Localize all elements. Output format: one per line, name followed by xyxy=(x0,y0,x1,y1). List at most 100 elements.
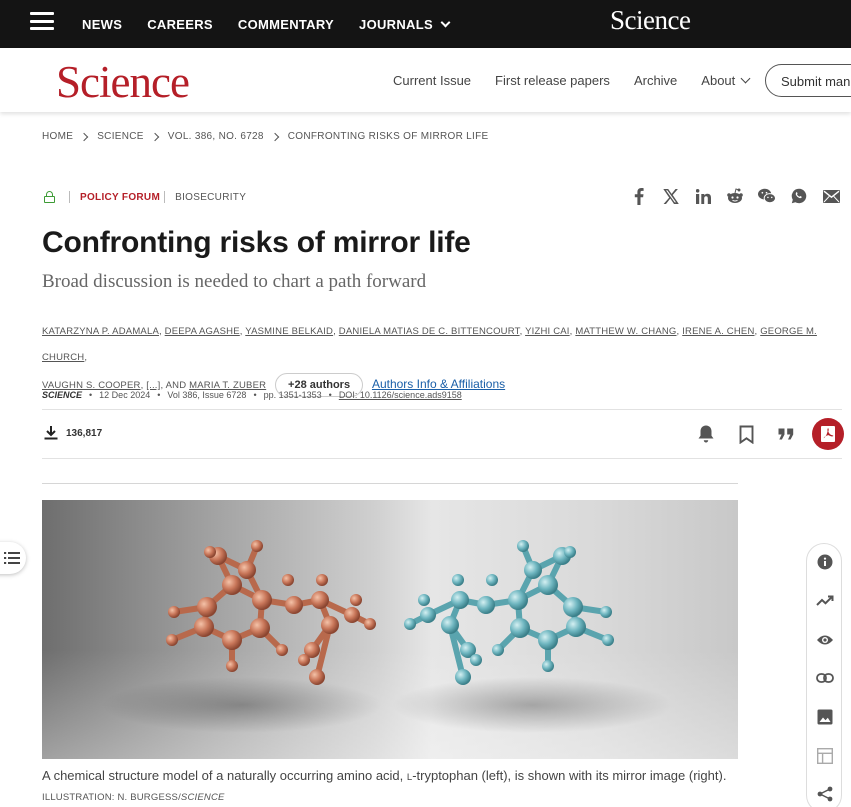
reddit-icon[interactable] xyxy=(726,187,744,205)
author-list: KATARZYNA P. ADAMALA, DEEPA AGASHE, YASM… xyxy=(42,319,832,399)
doi-link[interactable]: DOI: 10.1126/science.ads9158 xyxy=(339,390,462,400)
bookmark-icon[interactable] xyxy=(735,423,757,445)
author-link[interactable]: DANIELA MATIAS DE C. BITTENCOURT xyxy=(339,326,520,337)
topic-tag[interactable]: BIOSECURITY xyxy=(175,192,246,203)
breadcrumb: HOME SCIENCE VOL. 386, NO. 6728 CONFRONT… xyxy=(42,131,489,142)
wechat-icon[interactable] xyxy=(758,187,776,205)
journal-header: Science Current Issue First release pape… xyxy=(0,48,851,112)
figure-credit: ILLUSTRATION: N. BURGESS/SCIENCE xyxy=(42,792,225,803)
share-icon[interactable] xyxy=(815,784,835,804)
whatsapp-icon[interactable] xyxy=(790,187,808,205)
comma: , xyxy=(519,326,523,337)
nav-archive[interactable]: Archive xyxy=(634,73,677,88)
linkedin-icon[interactable] xyxy=(694,187,712,205)
download-icon xyxy=(44,426,58,440)
bell-icon[interactable] xyxy=(695,423,717,445)
link-icon[interactable] xyxy=(815,668,835,688)
breadcrumb-science[interactable]: SCIENCE xyxy=(97,131,144,142)
divider xyxy=(42,483,738,484)
nav-first-release[interactable]: First release papers xyxy=(495,73,610,88)
breadcrumb-volume[interactable]: VOL. 386, NO. 6728 xyxy=(168,131,264,142)
comma: , xyxy=(158,326,162,337)
top-nav-careers[interactable]: CAREERS xyxy=(147,17,213,32)
comma: , xyxy=(754,326,758,337)
chevron-down-icon xyxy=(740,73,751,83)
top-nav: NEWS CAREERS COMMENTARY JOURNALS xyxy=(82,0,474,48)
volume-issue[interactable]: Vol 386, Issue 6728 xyxy=(167,390,246,400)
quote-icon[interactable] xyxy=(775,423,797,445)
top-nav-news[interactable]: NEWS xyxy=(82,17,122,32)
author-link[interactable]: YASMINE BELKAID xyxy=(245,326,333,337)
comma: , xyxy=(569,326,573,337)
author-link[interactable]: IRENE A. CHEN xyxy=(682,326,754,337)
chevron-down-icon xyxy=(440,17,451,27)
comma: , xyxy=(333,326,336,337)
top-nav-journals-label: JOURNALS xyxy=(359,16,433,32)
chevron-right-icon xyxy=(79,132,89,141)
figure-caption: A chemical structure model of a naturall… xyxy=(42,767,742,807)
author-link[interactable]: MATTHEW W. CHANG xyxy=(575,326,676,337)
divider xyxy=(42,409,842,410)
table-icon[interactable] xyxy=(815,746,835,766)
divider xyxy=(42,458,842,459)
journal-logo[interactable]: Science xyxy=(56,56,190,108)
download-count: 136,817 xyxy=(44,426,102,440)
info-icon[interactable] xyxy=(815,552,835,572)
separator-dot: • xyxy=(157,390,161,400)
article-figure-image[interactable] xyxy=(42,500,738,759)
separator-dot: • xyxy=(253,390,257,400)
chevron-right-icon xyxy=(270,132,280,141)
authors-affiliations-link[interactable]: Authors Info & Affiliations xyxy=(372,377,505,391)
download-count-value: 136,817 xyxy=(66,427,103,439)
divider xyxy=(164,191,166,203)
divider xyxy=(69,191,70,203)
caption-text-start: A chemical structure model of a naturall… xyxy=(42,768,407,783)
author-link[interactable]: KATARZYNA P. ADAMALA xyxy=(42,326,159,337)
credit-source: SCIENCE xyxy=(180,792,225,803)
open-access-lock-icon xyxy=(44,191,55,203)
image-icon[interactable] xyxy=(815,707,835,727)
top-logo[interactable]: Science xyxy=(610,5,691,36)
nav-about[interactable]: About xyxy=(701,72,751,88)
hamburger-menu-icon[interactable] xyxy=(30,12,54,30)
article-title: Confronting risks of mirror life xyxy=(42,226,471,259)
facebook-icon[interactable] xyxy=(630,187,648,205)
author-link[interactable]: DEEPA AGASHE xyxy=(165,326,240,337)
author-link[interactable]: YIZHI CAI xyxy=(525,326,570,337)
chevron-right-icon xyxy=(150,132,160,141)
page-range: pp. 1351-1353 xyxy=(263,390,322,400)
trending-icon[interactable] xyxy=(815,591,835,611)
article-actions xyxy=(695,418,844,450)
list-icon xyxy=(4,552,20,564)
caption-text-end: -tryptophan (left), is shown with its mi… xyxy=(412,768,727,783)
mirror-molecule-illustration xyxy=(102,540,672,733)
publish-date: 12 Dec 2024 xyxy=(99,390,151,400)
share-bar xyxy=(630,187,851,205)
submit-manuscript-button[interactable]: Submit manuscript xyxy=(765,64,851,97)
top-bar: NEWS CAREERS COMMENTARY JOURNALS Science xyxy=(0,0,851,48)
journal-nav: Current Issue First release papers Archi… xyxy=(393,48,773,112)
comma: , xyxy=(239,326,243,337)
article-subtitle: Broad discussion is needed to chart a pa… xyxy=(42,271,427,292)
nav-current-issue[interactable]: Current Issue xyxy=(393,73,471,88)
article-meta: SCIENCE • 12 Dec 2024 • Vol 386, Issue 6… xyxy=(42,390,462,400)
comma: , xyxy=(676,326,680,337)
journal-name[interactable]: SCIENCE xyxy=(42,390,82,400)
article-tags: POLICY FORUM BIOSECURITY xyxy=(42,191,246,203)
table-of-contents-button[interactable] xyxy=(0,542,26,574)
x-icon[interactable] xyxy=(662,187,680,205)
breadcrumb-current: CONFRONTING RISKS OF MIRROR LIFE xyxy=(287,131,489,142)
separator-dot: • xyxy=(89,390,93,400)
section-tag[interactable]: POLICY FORUM xyxy=(80,192,160,203)
top-nav-commentary[interactable]: COMMENTARY xyxy=(238,17,334,32)
comma: , xyxy=(84,352,88,363)
article-tools-rail xyxy=(806,543,842,807)
eye-icon[interactable] xyxy=(815,630,835,650)
breadcrumb-home[interactable]: HOME xyxy=(42,131,73,142)
separator-dot: • xyxy=(328,390,332,400)
nav-about-label: About xyxy=(701,72,736,88)
top-nav-journals[interactable]: JOURNALS xyxy=(359,16,451,32)
credit-prefix: ILLUSTRATION: N. BURGESS/ xyxy=(42,792,181,803)
email-icon[interactable] xyxy=(822,187,840,205)
pdf-icon[interactable] xyxy=(812,418,844,450)
